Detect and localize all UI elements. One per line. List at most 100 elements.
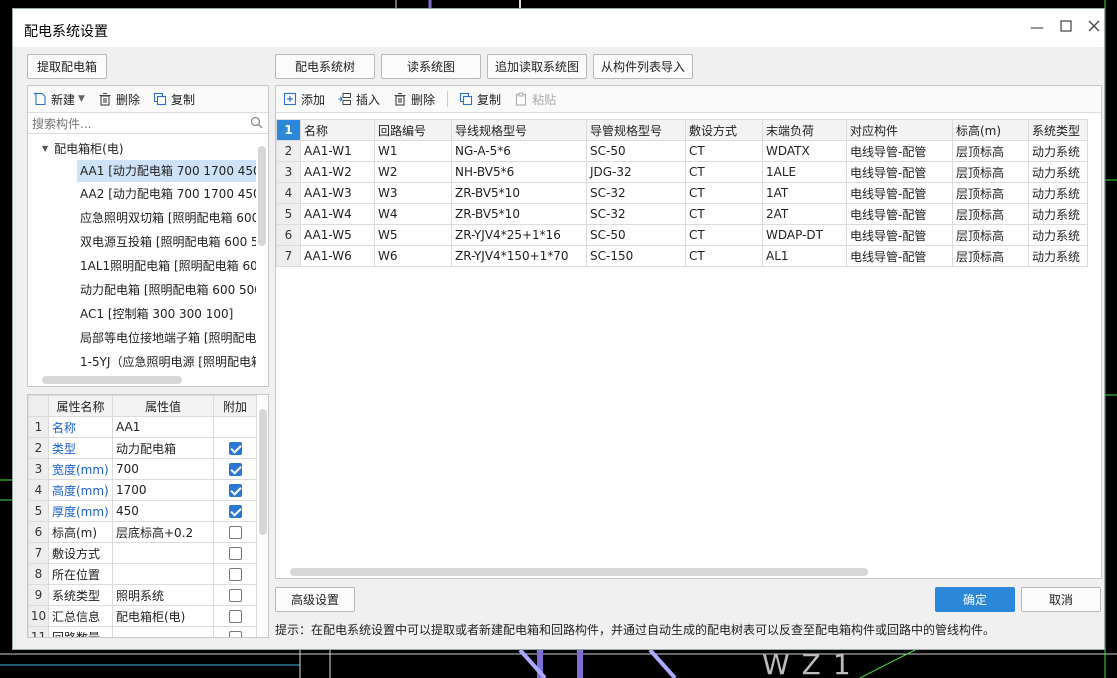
property-value[interactable]: 照明系统	[112, 584, 214, 606]
attach-checkbox[interactable]	[228, 546, 242, 560]
row-number[interactable]: 6	[276, 224, 301, 246]
attach-checkbox[interactable]	[228, 525, 242, 539]
cancel-button[interactable]: 取消	[1021, 587, 1101, 612]
table-row[interactable]: 6 AA1-W5 W5 ZR-YJV4*25+1*16 SC-50 CT WDAP-DT 电线…	[276, 224, 1088, 246]
table-cell[interactable]: SC-50	[586, 224, 686, 246]
table-cell[interactable]: W6	[374, 245, 452, 267]
table-cell[interactable]: AA1-W6	[300, 245, 375, 267]
property-value[interactable]	[112, 542, 214, 564]
tree-root-node[interactable]: ▼ 配电箱柜(电)	[42, 138, 124, 158]
table-cell[interactable]: W3	[374, 182, 452, 204]
chevron-down-icon[interactable]: ▼	[78, 94, 85, 104]
table-cell[interactable]: WDATX	[762, 140, 847, 162]
table-row[interactable]: 4 AA1-W3 W3 ZR-BV5*10 SC-32 CT 1AT 电线导管-配管 层顶标高动…	[276, 182, 1088, 204]
table-cell[interactable]: SC-50	[586, 140, 686, 162]
property-value[interactable]: 动力配电箱	[112, 437, 214, 459]
table-cell[interactable]: 层顶标高	[952, 182, 1029, 204]
property-value[interactable]: 配电箱柜(电)	[112, 605, 214, 627]
table-cell[interactable]: 动力系统	[1028, 182, 1088, 204]
table-cell[interactable]: W4	[374, 203, 452, 225]
ok-button[interactable]: 确定	[935, 587, 1015, 612]
column-header[interactable]: 敷设方式	[685, 119, 763, 141]
table-cell[interactable]: 电线导管-配管	[846, 161, 953, 183]
paste-row-button[interactable]: 粘贴	[513, 91, 556, 108]
table-cell[interactable]: 层顶标高	[952, 224, 1029, 246]
table-cell[interactable]: CT	[685, 245, 763, 267]
property-value[interactable]: AA1	[112, 416, 214, 438]
attach-checkbox[interactable]	[228, 567, 242, 581]
table-cell[interactable]: JDG-32	[586, 161, 686, 183]
property-value[interactable]: 层底标高+0.2	[112, 521, 214, 543]
collapse-triangle-icon[interactable]: ▼	[42, 144, 48, 153]
column-header[interactable]: 末端负荷	[762, 119, 847, 141]
table-cell[interactable]: AA1-W5	[300, 224, 375, 246]
property-row[interactable]: 9 系统类型 照明系统	[28, 584, 257, 606]
property-row[interactable]: 5 厚度(mm) 450	[28, 500, 257, 522]
table-cell[interactable]: CT	[685, 203, 763, 225]
column-header[interactable]: 导管规格型号	[586, 119, 686, 141]
property-row[interactable]: 11 回路数量	[28, 626, 257, 637]
tree-item[interactable]: AA1 [动力配电箱 700 1700 450]	[77, 160, 256, 182]
property-row[interactable]: 10 汇总信息 配电箱柜(电)	[28, 605, 257, 627]
table-cell[interactable]: 层顶标高	[952, 203, 1029, 225]
table-cell[interactable]: ZR-YJV4*150+1*70	[451, 245, 587, 267]
extract-distribution-box-button[interactable]: 提取配电箱	[27, 54, 107, 79]
component-search-input[interactable]	[28, 114, 238, 133]
table-row[interactable]: 2 AA1-W1 W1 NG-A-5*6 SC-50 CT WDATX 电线导管-配管 层顶标高…	[276, 140, 1088, 162]
table-row[interactable]: 5 AA1-W4 W4 ZR-BV5*10 SC-32 CT 2AT 电线导管-配管 层顶标高动…	[276, 203, 1088, 225]
table-cell[interactable]: W1	[374, 140, 452, 162]
tree-item[interactable]: AC1 [控制箱 300 300 100]	[77, 303, 256, 325]
tree-item[interactable]: 动力配电箱 [照明配电箱 600 500	[77, 279, 256, 301]
row-number[interactable]: 4	[276, 182, 301, 204]
column-header[interactable]: 系统类型	[1028, 119, 1088, 141]
attach-checkbox[interactable]	[228, 630, 242, 637]
table-cell[interactable]: AL1	[762, 245, 847, 267]
minimize-icon[interactable]: —	[1028, 19, 1046, 37]
table-cell[interactable]: AA1-W2	[300, 161, 375, 183]
property-row[interactable]: 3 宽度(mm) 700	[28, 458, 257, 480]
maximize-icon[interactable]	[1057, 19, 1075, 37]
insert-row-button[interactable]: 插入	[337, 91, 380, 108]
tree-item[interactable]: 局部等电位接地端子箱 [照明配电	[77, 327, 256, 349]
table-cell[interactable]: NH-BV5*6	[451, 161, 587, 183]
table-cell[interactable]: 动力系统	[1028, 203, 1088, 225]
append-read-system-diagram-button[interactable]: 追加读取系统图	[487, 54, 587, 79]
column-header[interactable]: 标高(m)	[952, 119, 1029, 141]
tree-item[interactable]: 1AL1照明配电箱 [照明配电箱 60	[77, 255, 256, 277]
table-cell[interactable]: 电线导管-配管	[846, 224, 953, 246]
table-cell[interactable]: SC-32	[586, 203, 686, 225]
row-number[interactable]: 7	[276, 245, 301, 267]
table-cell[interactable]: ZR-BV5*10	[451, 182, 587, 204]
read-system-diagram-button[interactable]: 读系统图	[381, 54, 481, 79]
tree-item[interactable]: AA2 [动力配电箱 700 1700 450]	[77, 183, 256, 205]
property-value[interactable]	[112, 626, 214, 637]
search-icon[interactable]	[250, 116, 263, 132]
table-cell[interactable]: W5	[374, 224, 452, 246]
table-cell[interactable]: ZR-YJV4*25+1*16	[451, 224, 587, 246]
tree-item[interactable]: 应急照明双切箱 [照明配电箱 600	[77, 207, 256, 229]
table-row[interactable]: 3 AA1-W2 W2 NH-BV5*6 JDG-32 CT 1ALE 电线导管-配管 层顶标高…	[276, 161, 1088, 183]
header-row-number[interactable]: 1	[276, 119, 301, 141]
row-number[interactable]: 3	[276, 161, 301, 183]
table-cell[interactable]: 动力系统	[1028, 140, 1088, 162]
table-cell[interactable]: CT	[685, 182, 763, 204]
table-cell[interactable]: AA1-W1	[300, 140, 375, 162]
table-cell[interactable]: CT	[685, 161, 763, 183]
table-row[interactable]: 7 AA1-W6 W6 ZR-YJV4*150+1*70 SC-150 CT AL1 电线导管…	[276, 245, 1088, 267]
table-cell[interactable]: 电线导管-配管	[846, 140, 953, 162]
property-value[interactable]: 450	[112, 500, 214, 522]
property-vertical-scrollbar[interactable]	[259, 409, 267, 535]
delete-row-button[interactable]: 删除	[392, 91, 435, 108]
tree-horizontal-scrollbar[interactable]	[42, 376, 182, 384]
table-cell[interactable]: NG-A-5*6	[451, 140, 587, 162]
property-row[interactable]: 7 敷设方式	[28, 542, 257, 564]
table-cell[interactable]: 层顶标高	[952, 140, 1029, 162]
table-cell[interactable]: 1ALE	[762, 161, 847, 183]
column-header[interactable]: 对应构件	[846, 119, 953, 141]
table-cell[interactable]: 动力系统	[1028, 224, 1088, 246]
table-cell[interactable]: W2	[374, 161, 452, 183]
attach-checkbox[interactable]	[228, 609, 242, 623]
property-row[interactable]: 6 标高(m) 层底标高+0.2	[28, 521, 257, 543]
row-number[interactable]: 2	[276, 140, 301, 162]
attach-checkbox[interactable]	[228, 504, 242, 518]
